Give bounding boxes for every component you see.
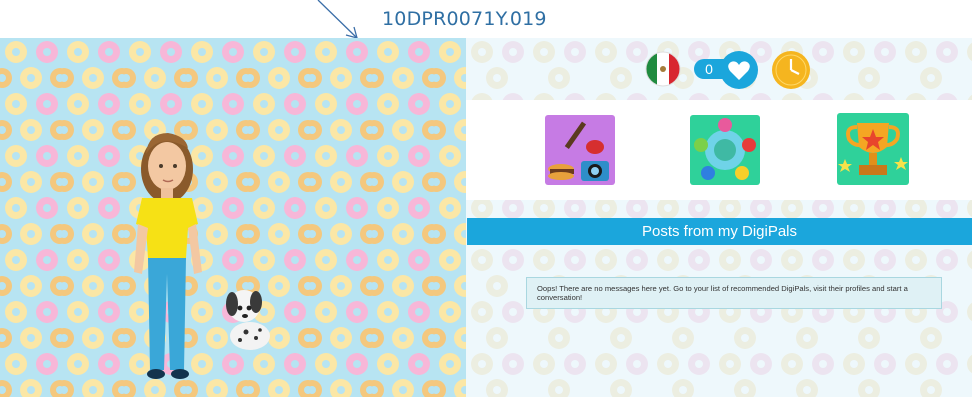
people-circle-icon [694,118,756,180]
guitar-burger-camera-icon [548,121,609,181]
avatar-panel [0,38,466,397]
dog-pet[interactable] [216,278,286,354]
id-label: 10DPR0071Y.019 [382,8,547,30]
clock-icon[interactable] [771,50,811,90]
posts-heading: Posts from my DigiPals [467,218,972,245]
achievements-activity-button[interactable] [837,113,909,185]
hobbies-activity-button[interactable] [545,115,615,185]
mexico-flag-icon[interactable] [645,51,681,87]
community-activity-button[interactable] [690,115,760,185]
heart-icon[interactable] [719,50,759,90]
empty-posts-message: Oops! There are no messages here yet. Go… [526,277,942,309]
trophy-stars-icon [838,123,908,175]
